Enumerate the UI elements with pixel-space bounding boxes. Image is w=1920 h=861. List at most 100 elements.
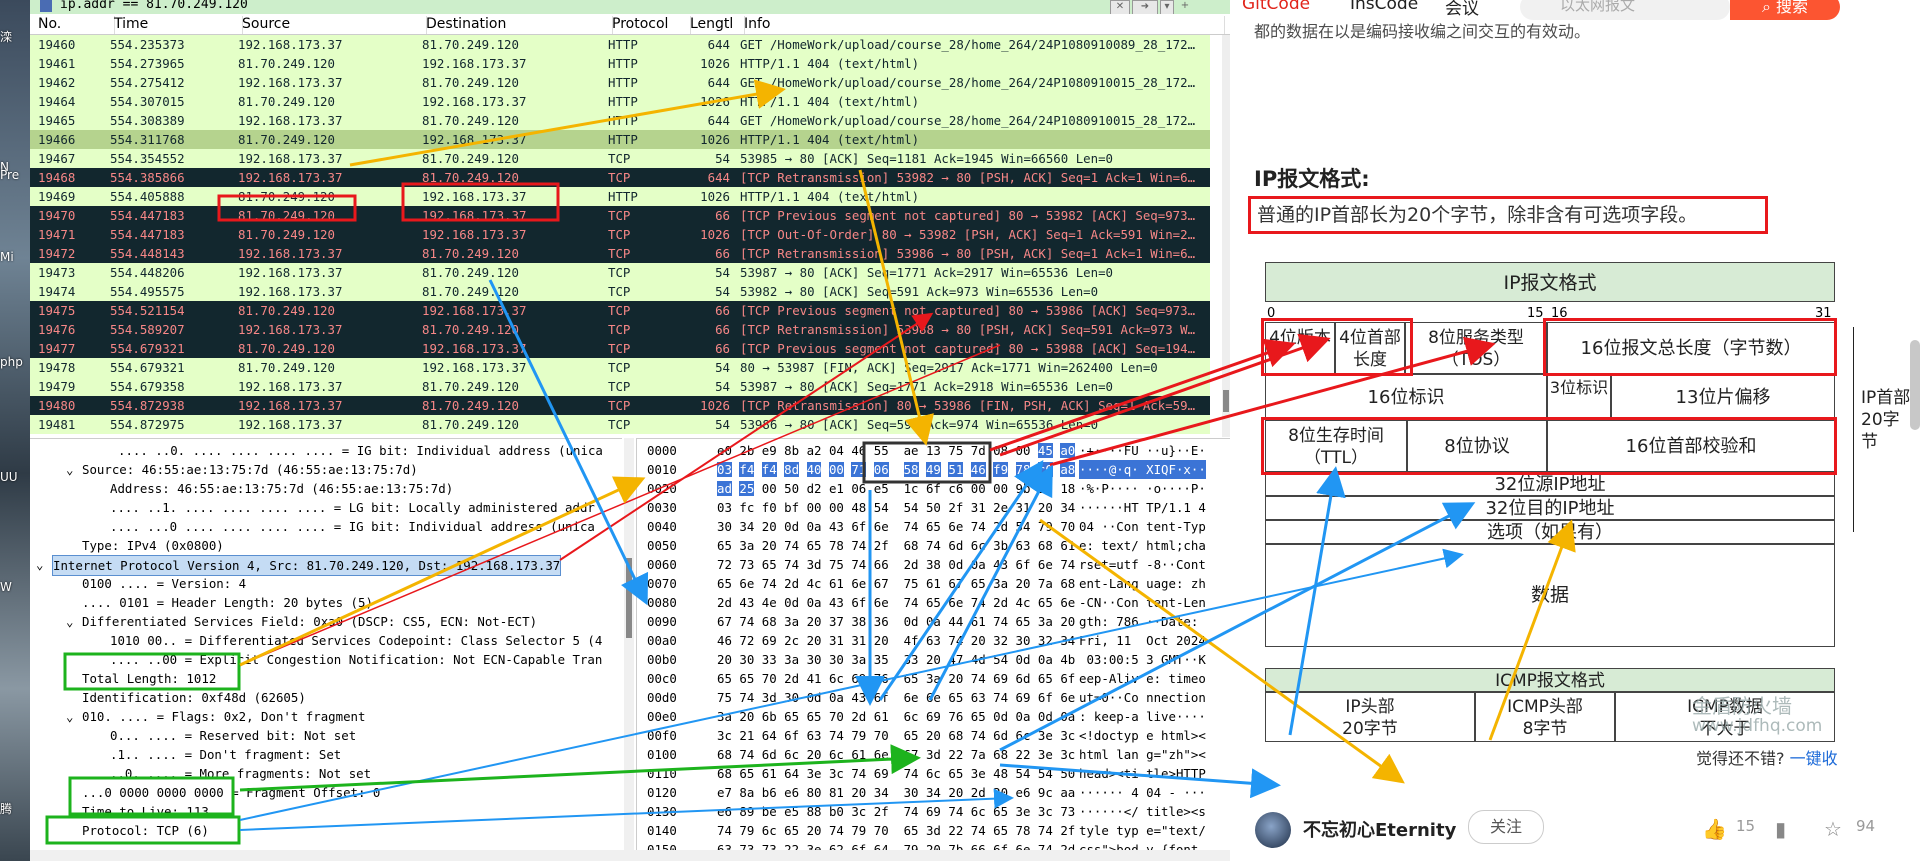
hex-byte[interactable]: 68 (948, 728, 963, 743)
hex-byte[interactable]: 3e (1038, 728, 1053, 743)
hex-byte[interactable]: 61 (1060, 538, 1075, 553)
hex-byte[interactable]: 3b (993, 538, 1008, 553)
hex-byte[interactable]: 74 (904, 804, 919, 819)
column-header-2[interactable]: Source (238, 16, 427, 34)
hex-byte[interactable]: 6f (1016, 557, 1031, 572)
hex-byte[interactable]: 74 (851, 538, 866, 553)
hex-byte[interactable]: 74 (851, 557, 866, 572)
hex-byte[interactable]: 0d (807, 690, 822, 705)
hex-byte[interactable]: f0 (762, 500, 777, 515)
hex-byte[interactable]: 6c (762, 823, 777, 838)
column-header-5[interactable]: Lengtl (686, 16, 745, 34)
hex-byte[interactable]: 6d (948, 538, 963, 553)
hex-byte[interactable]: 2d (784, 671, 799, 686)
hex-byte[interactable]: 65 (993, 823, 1008, 838)
hex-byte[interactable]: 54 (1038, 766, 1053, 781)
hex-byte[interactable]: 6f (851, 595, 866, 610)
hex-byte[interactable]: 51 (948, 462, 964, 477)
hex-byte[interactable]: 6e (948, 519, 963, 534)
hex-byte[interactable]: 0a (1038, 652, 1053, 667)
hex-byte[interactable]: 20 (948, 671, 963, 686)
hex-byte[interactable]: d2 (807, 481, 822, 496)
detail-line[interactable]: Total Length: 1012 (82, 669, 216, 688)
detail-line[interactable]: .... ..00 = Explicit Congestion Notifica… (110, 650, 602, 669)
hex-byte[interactable]: 22 (1016, 747, 1031, 762)
hex-byte[interactable]: 67 (904, 747, 919, 762)
hex-byte[interactable]: c6 (948, 481, 963, 496)
favorite-icon[interactable]: ☆ (1824, 817, 1842, 841)
hex-byte[interactable]: 65 (739, 671, 754, 686)
hex-byte[interactable]: 0a (926, 614, 941, 629)
hex-bytes[interactable]: ad 25 00 50 d2 e1 06 e5 1c 6f c6 00 00 9… (717, 479, 1075, 498)
hex-byte[interactable]: 1c (904, 481, 919, 496)
hex-byte[interactable]: 20 (948, 785, 963, 800)
display-filter-bar[interactable]: ip.addr == 81.70.249.120 ✕ ➜ ▾ + (30, 0, 1230, 15)
hex-byte[interactable]: 61 (971, 614, 986, 629)
hex-byte[interactable]: 75 (904, 576, 919, 591)
hex-byte[interactable]: 6c (829, 747, 844, 762)
hex-byte[interactable]: 78 (1016, 823, 1031, 838)
hex-byte[interactable]: 37 (829, 614, 844, 629)
hex-byte[interactable]: 74 (971, 728, 986, 743)
hex-byte[interactable]: 6e (1060, 595, 1075, 610)
hex-byte[interactable]: 64 (762, 728, 777, 743)
hex-byte[interactable]: 20 (1038, 500, 1053, 515)
hex-byte[interactable]: 6e (874, 595, 889, 610)
hex-byte[interactable]: 34 (874, 785, 889, 800)
hex-byte[interactable]: 7a (1038, 576, 1053, 591)
hex-byte[interactable]: 35 (874, 652, 889, 667)
hex-byte[interactable]: 33 (762, 652, 777, 667)
hex-byte[interactable]: 74 (829, 728, 844, 743)
hex-byte[interactable]: 38 (851, 614, 866, 629)
hex-byte[interactable]: 65 (717, 538, 732, 553)
packet-row[interactable]: 19474 554.495575 192.168.173.37 81.70.249.1… (30, 282, 1210, 301)
packet-row[interactable]: 19466 554.311768 81.70.249.120 192.168.173.… (30, 130, 1210, 149)
hex-byte[interactable]: 8b (784, 443, 799, 458)
hex-byte[interactable]: 2d (717, 595, 732, 610)
hex-byte[interactable]: 70 (829, 709, 844, 724)
hex-byte[interactable]: e9 (762, 443, 777, 458)
hex-byte[interactable]: 3a (784, 614, 799, 629)
hex-byte[interactable]: 20 (807, 614, 822, 629)
hex-byte[interactable]: 50 (1060, 766, 1075, 781)
hex-byte[interactable]: 4f (904, 633, 919, 648)
hex-byte[interactable]: 30 (829, 652, 844, 667)
hex-byte[interactable]: 6c (971, 538, 986, 553)
packet-row[interactable]: 19481 554.872975 192.168.173.37 81.70.249.1… (30, 415, 1210, 434)
hex-bytes[interactable]: 46 72 69 2c 20 31 31 20 4f 63 74 20 32 3… (717, 631, 1075, 650)
hex-byte[interactable]: 74 (851, 766, 866, 781)
hex-byte[interactable]: 74 (1060, 557, 1075, 572)
hex-byte[interactable]: 65 (926, 519, 941, 534)
hex-byte[interactable]: 0d (1016, 652, 1031, 667)
hex-byte[interactable]: 3d (926, 823, 941, 838)
detail-line[interactable]: .... ..0. .... .... .... .... = IG bit: … (118, 441, 603, 460)
hex-byte[interactable]: 20 (1016, 576, 1031, 591)
hex-byte[interactable]: 76 (874, 671, 889, 686)
hex-byte[interactable]: 9b (1016, 481, 1031, 496)
hex-byte[interactable]: 6e (904, 690, 919, 705)
hex-byte[interactable]: 72 (739, 633, 754, 648)
hex-byte[interactable]: 6e (874, 747, 889, 762)
hex-byte[interactable]: 50 (1038, 481, 1053, 496)
hex-byte[interactable]: 2f (874, 804, 889, 819)
hex-byte[interactable]: 44 (948, 614, 963, 629)
expand-toggle-icon[interactable]: ⌄ (66, 612, 73, 631)
hex-byte[interactable]: 2c (784, 633, 799, 648)
hex-byte[interactable]: 65 (993, 804, 1008, 819)
hex-bytes[interactable]: 20 30 33 3a 30 30 3a 35 33 20 47 4d 54 0… (717, 650, 1075, 669)
display-filter-input[interactable]: ip.addr == 81.70.249.120 (60, 0, 248, 12)
hex-byte[interactable]: 0d (1038, 709, 1053, 724)
hex-byte[interactable]: 13 (926, 443, 941, 458)
hex-byte[interactable]: 2d (904, 557, 919, 572)
hex-bytes[interactable]: 65 65 70 2d 41 6c 69 76 65 3a 20 74 69 6… (717, 669, 1075, 688)
hex-byte[interactable]: 67 (717, 614, 732, 629)
hex-byte[interactable]: 0a (1016, 709, 1031, 724)
hex-byte[interactable]: 06 (851, 481, 866, 496)
packet-bytes-pane[interactable]: 0000 e0 2b e9 8b a2 04 46 55 ae 13 75 7d … (636, 438, 1231, 851)
hex-byte[interactable]: 65 (926, 595, 941, 610)
hex-bytes[interactable]: 30 34 20 0d 0a 43 6f 6e 74 65 6e 74 2d 5… (717, 517, 1075, 536)
hex-byte[interactable]: 43 (739, 595, 754, 610)
hex-byte[interactable]: 00 (762, 481, 777, 496)
hex-byte[interactable]: 31 (1016, 500, 1031, 515)
hex-byte[interactable]: 61 (762, 766, 777, 781)
